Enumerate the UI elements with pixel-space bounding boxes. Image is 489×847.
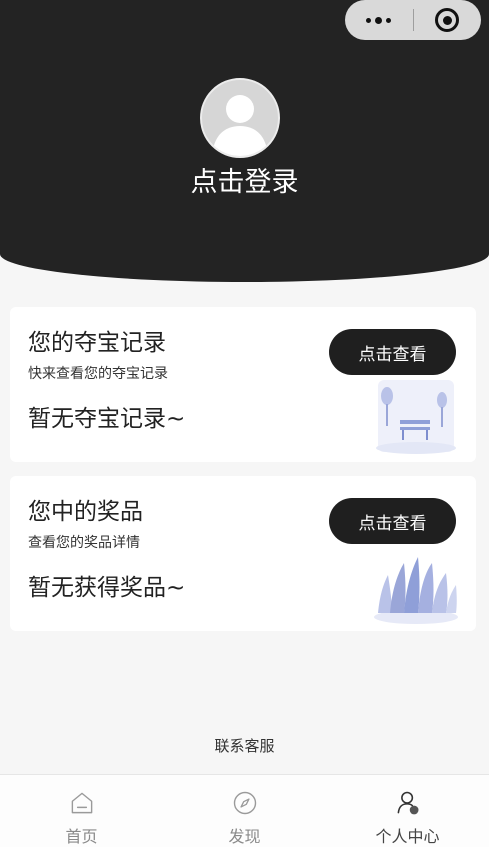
tab-profile[interactable]: 个人中心 (326, 775, 489, 847)
close-button[interactable] (414, 0, 482, 40)
view-records-button[interactable]: 点击查看 (329, 329, 456, 375)
view-prizes-button[interactable]: 点击查看 (329, 498, 456, 544)
tab-label: 首页 (65, 827, 98, 846)
empty-state-text: 暂无获得奖品~ (28, 575, 186, 601)
target-circle-icon (435, 8, 460, 32)
profile-icon (397, 791, 418, 815)
default-avatar-icon (212, 95, 268, 156)
compass-icon (233, 791, 256, 815)
home-icon (71, 792, 92, 814)
grass-illustration (374, 557, 458, 624)
more-dots-icon (366, 16, 392, 24)
more-button[interactable] (345, 0, 413, 40)
card-title: 您中的奖品 (28, 499, 143, 525)
contact-service-link[interactable]: 联系客服 (0, 735, 489, 756)
tab-discover[interactable]: 发现 (163, 775, 326, 847)
card-title: 您的夺宝记录 (28, 330, 166, 356)
park-bench-illustration (376, 380, 456, 454)
treasure-record-card: 您的夺宝记录 快来查看您的夺宝记录 暂无夺宝记录~ 点击查看 (10, 307, 476, 462)
prize-card: 您中的奖品 查看您的奖品详情 暂无获得奖品~ 点击查看 (10, 476, 476, 631)
tab-label: 发现 (228, 827, 261, 846)
profile-page: 点击登录 您的夺宝记录 快来查看您的夺宝记录 暂无夺宝记录~ 点击查看 您中的奖… (0, 0, 489, 847)
profile-header: 点击登录 (0, 0, 489, 282)
card-subtitle: 快来查看您的夺宝记录 (28, 366, 168, 382)
mini-program-capsule (345, 0, 481, 40)
empty-state-text: 暂无夺宝记录~ (28, 406, 186, 432)
tab-label: 个人中心 (375, 827, 440, 846)
tab-home[interactable]: 首页 (0, 775, 163, 847)
login-link[interactable]: 点击登录 (0, 160, 489, 199)
tab-bar: 首页 发现 个人中心 (0, 774, 489, 847)
avatar[interactable] (200, 78, 280, 158)
card-subtitle: 查看您的奖品详情 (28, 535, 140, 551)
